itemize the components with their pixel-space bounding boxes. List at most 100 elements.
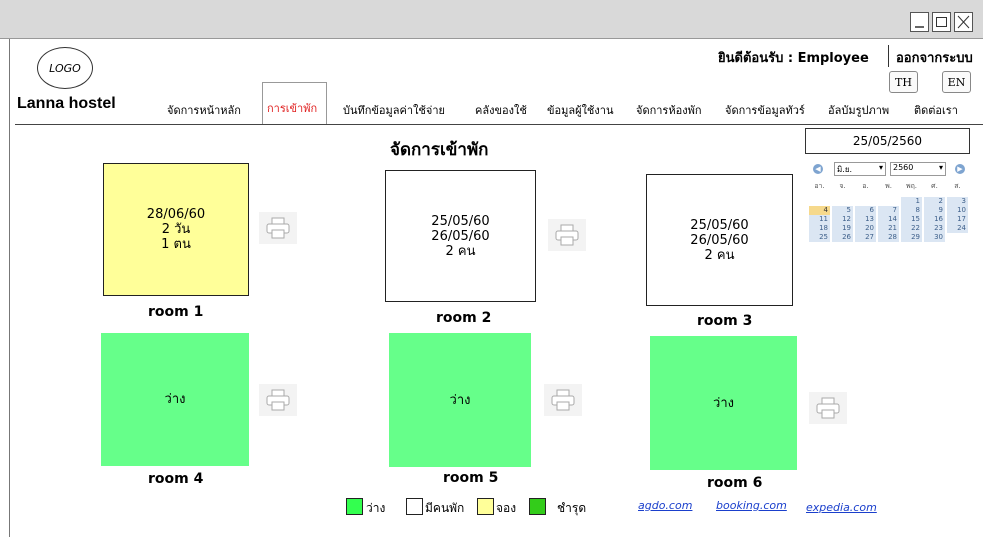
calendar-day[interactable]: 29 [901,233,922,242]
printer-icon[interactable] [548,219,586,251]
chevron-down-icon: ▾ [938,163,943,172]
calendar-prev-icon[interactable]: ◀ [813,164,823,174]
minimize-button[interactable] [910,12,929,32]
chevron-down-icon: ▾ [878,163,883,172]
welcome-text: ยินดีต้อนรับ : Employee [718,51,869,66]
printer-icon[interactable] [544,384,582,416]
room-3-card[interactable]: 25/05/60 26/05/60 2 คน [646,174,793,306]
calendar-weekday: ศ. [931,182,938,190]
link-agoda[interactable]: agdo.com [638,499,692,512]
room-2-label: room 2 [436,310,492,326]
legend-swatch-booked [477,498,494,515]
room-1-label: room 1 [148,304,204,320]
calendar-day[interactable]: 7 [878,206,899,215]
room-5-label: room 5 [443,470,499,486]
calendar-day [878,197,899,206]
calendar-day[interactable]: 5 [832,206,853,215]
calendar-day[interactable]: 15 [901,215,922,224]
page-title: จัดการเข้าพัก [390,140,489,160]
calendar-day[interactable]: 26 [832,233,853,242]
logo: LOGO [37,47,93,89]
calendar-day[interactable]: 8 [901,206,922,215]
calendar-weekday: อ. [862,182,869,190]
calendar-day[interactable]: 30 [924,233,945,242]
calendar-day[interactable]: 18 [809,224,830,233]
calendar-day[interactable]: 3 [947,197,968,206]
lang-en-button[interactable]: EN [942,71,971,93]
nav-album[interactable]: อัลบัมรูปภาพ [828,101,889,119]
calendar-day[interactable]: 13 [855,215,876,224]
printer-icon[interactable] [809,392,847,424]
calendar-day[interactable]: 24 [947,224,968,233]
maximize-button[interactable] [932,12,951,32]
date-field[interactable]: 25/05/2560 [805,128,970,154]
calendar-day[interactable]: 23 [924,224,945,233]
room-3-line: 26/05/60 [690,232,749,248]
calendar-weekday: จ. [839,182,846,190]
calendar-year-select[interactable]: 2560 ▾ [890,162,946,176]
room-2-card[interactable]: 25/05/60 26/05/60 2 คน [385,170,536,302]
calendar-day[interactable]: 1 [901,197,922,206]
calendar-week-row: 18 19 20 21 22 23 24 [809,224,972,233]
room-2-line: 2 คน [445,243,476,259]
legend-label-booked: จอง [496,501,517,515]
calendar-day[interactable]: 10 [947,206,968,215]
calendar-day[interactable]: 2 [924,197,945,206]
calendar-day[interactable]: 11 [809,215,830,224]
room-6-card[interactable]: ว่าง [650,336,797,470]
nav-rooms[interactable]: จัดการห้องพัก [636,101,701,119]
printer-icon[interactable] [259,384,297,416]
legend-label-broken: ชำรุด [557,501,587,515]
nav-inventory[interactable]: คลังของใช้ [475,101,527,119]
calendar-day[interactable]: 25 [809,233,830,242]
legend-label-occupied: มีคนพัก [425,501,465,515]
room-1-card[interactable]: 28/06/60 2 วัน 1 ตน [103,163,249,296]
room-1-line: 1 ตน [161,237,191,252]
room-5-card[interactable]: ว่าง [389,333,531,467]
nav-checkin[interactable]: การเข้าพัก [267,99,317,117]
calendar-day[interactable]: 14 [878,215,899,224]
nav-contact[interactable]: ติดต่อเรา [914,101,958,119]
calendar-next-icon[interactable]: ▶ [955,164,965,174]
calendar-day[interactable]: 27 [855,233,876,242]
room-1-line: 2 วัน [161,222,191,237]
link-booking[interactable]: booking.com [716,499,787,512]
calendar-day[interactable]: 4 [809,206,830,215]
nav-tours[interactable]: จัดการข้อมูลทัวร์ [725,101,805,119]
header-divider [888,45,889,67]
calendar-day[interactable]: 9 [924,206,945,215]
calendar-month-select[interactable]: มิ.ย. ▾ [834,162,886,176]
calendar-day[interactable]: 12 [832,215,853,224]
calendar-day[interactable]: 19 [832,224,853,233]
room-6-label: room 6 [707,475,763,491]
room-3-label: room 3 [697,313,753,329]
lang-th-button[interactable]: TH [889,71,918,93]
room-4-card[interactable]: ว่าง [101,333,249,466]
close-button[interactable] [954,12,973,32]
brand-name: Lanna hostel [17,95,116,112]
calendar-day[interactable]: 17 [947,215,968,224]
calendar-day [947,233,968,242]
link-expedia[interactable]: expedia.com [806,501,877,514]
calendar-day[interactable]: 21 [878,224,899,233]
room-4-label: room 4 [148,471,204,487]
calendar-day[interactable]: 28 [878,233,899,242]
calendar-week-row: 11 12 13 14 15 16 17 [809,215,972,224]
window-titlebar [0,0,983,39]
calendar-grid: อา. จ. อ. พ. พฤ. ศ. ส. 1 2 3 4 5 6 7 8 9 10 11 12 13 14 15 16 1… [809,182,972,242]
nav-users[interactable]: ข้อมูลผู้ใช้งาน [547,101,613,119]
calendar-day[interactable]: 16 [924,215,945,224]
calendar-day [809,197,830,206]
calendar-day[interactable]: 22 [901,224,922,233]
room-6-line: ว่าง [713,395,734,411]
calendar-day[interactable]: 6 [855,206,876,215]
printer-icon[interactable] [259,212,297,244]
room-3-line: 2 คน [704,247,735,263]
logout-link[interactable]: ออกจากระบบ [896,47,973,68]
nav-expenses[interactable]: บันทึกข้อมูลค่าใช้จ่าย [343,101,445,119]
legend-swatch-vacant [346,498,363,515]
room-2-line: 26/05/60 [431,228,490,244]
nav-home[interactable]: จัดการหน้าหลัก [167,101,241,119]
calendar-day[interactable]: 20 [855,224,876,233]
calendar-weekday: ส. [954,182,961,190]
